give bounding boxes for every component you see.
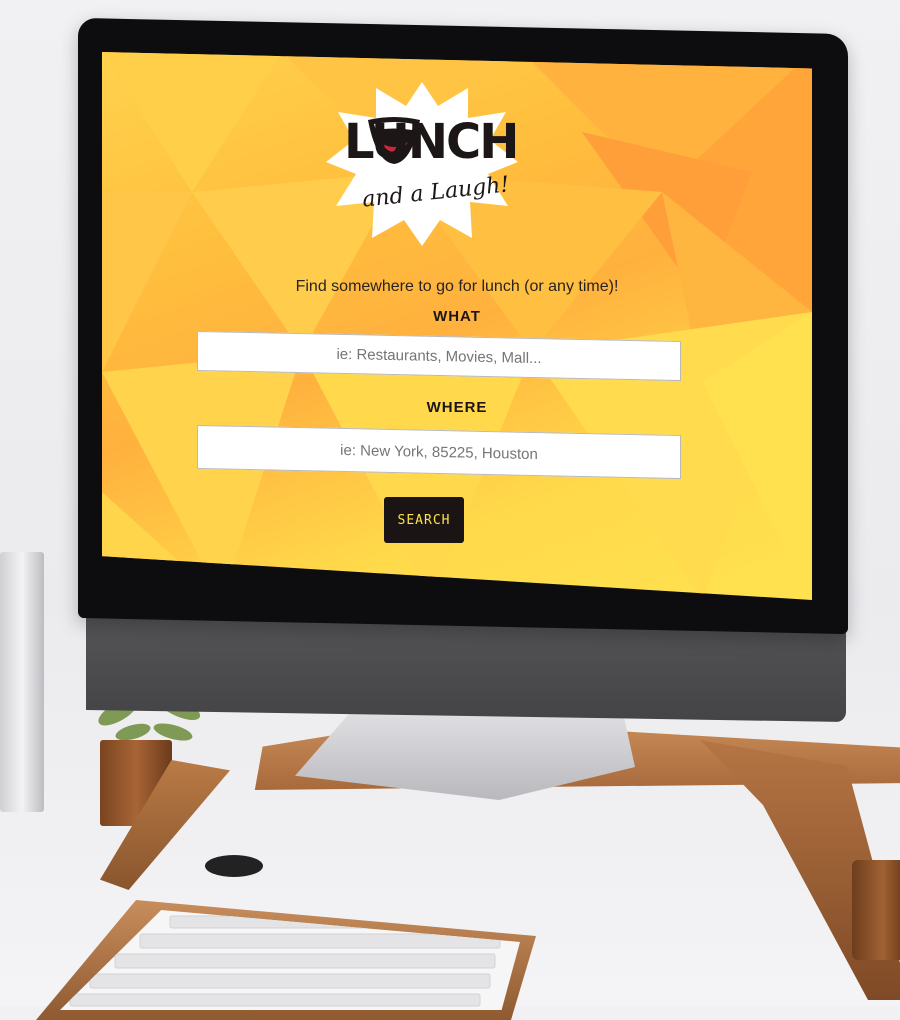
tagline: Find somewhere to go for lunch (or any t… [295, 278, 619, 295]
where-label: WHERE [426, 399, 488, 416]
search-button[interactable]: SEARCH [384, 497, 464, 543]
monitor-screen: LUNCH and a Laugh! Find somewhere to go … [102, 52, 812, 600]
cable-hub [205, 855, 263, 877]
what-label: WHAT [433, 308, 481, 325]
wooden-cup [852, 860, 900, 960]
desk-scene: LUNCH and a Laugh! Find somewhere to go … [0, 0, 900, 1020]
lunch-and-a-laugh-logo: LUNCH and a Laugh! [322, 78, 522, 248]
speaker [0, 552, 44, 812]
logo-word: LUNCH [344, 114, 519, 170]
